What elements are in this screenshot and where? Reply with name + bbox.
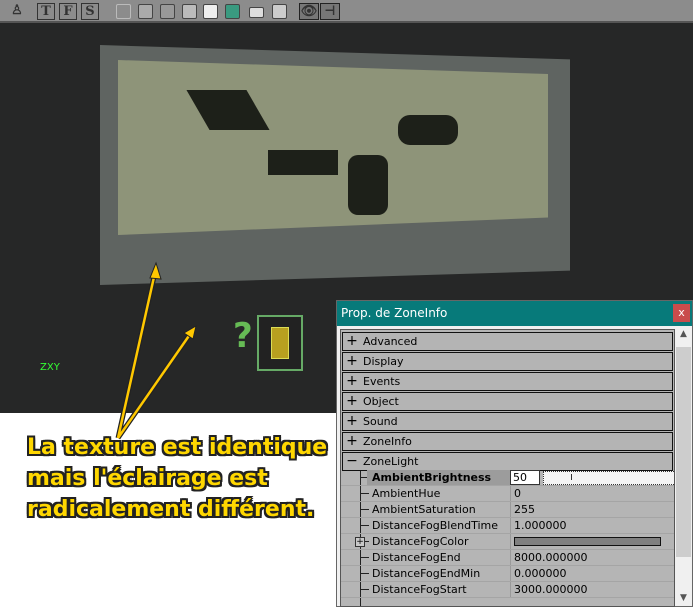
category-zonelight[interactable]: − ZoneLight (342, 452, 673, 471)
property-row[interactable]: AmbientBrightness 50 (341, 470, 674, 486)
property-row[interactable]: AmbientSaturation 255 (341, 502, 674, 518)
property-name: AmbientHue (372, 487, 441, 500)
property-value[interactable]: 255 (510, 502, 674, 517)
property-name: AmbientBrightness (367, 470, 512, 485)
property-grid: + Advanced + Display + Events + Object + Sound + Zo… (340, 329, 675, 607)
category-events[interactable]: + Events (342, 372, 673, 391)
category-label: Events (363, 375, 401, 388)
property-name: DistanceFogBlendTime (372, 519, 498, 532)
category-label: Advanced (363, 335, 418, 348)
property-row[interactable]: DistanceFogEndMin 0.000000 (341, 566, 674, 582)
fog-color-swatch[interactable] (510, 534, 674, 549)
property-value[interactable]: 8000.000000 (510, 550, 674, 565)
property-name: DistanceFogColor (372, 535, 469, 548)
caption-line: La texture est identique (27, 435, 328, 460)
property-name: AmbientSaturation (372, 503, 476, 516)
category-object[interactable]: + Object (342, 392, 673, 411)
category-label: Sound (363, 415, 398, 428)
property-row[interactable]: AmbientHue 0 (341, 486, 674, 502)
window-title: Prop. de ZoneInfo (341, 306, 448, 320)
scrollbar[interactable]: ▲ ▼ (675, 329, 692, 605)
property-value[interactable]: 0 (510, 486, 674, 501)
expand-icon[interactable]: + (346, 333, 358, 350)
properties-window: Prop. de ZoneInfo x + Advanced + Display + Eve… (336, 300, 693, 607)
category-label: ZoneLight (363, 455, 419, 468)
property-row[interactable]: DistanceFogBlendTime 1.000000 (341, 518, 674, 534)
category-advanced[interactable]: + Advanced (342, 332, 673, 351)
collapse-icon[interactable]: − (346, 453, 358, 470)
scroll-up-icon[interactable]: ▲ (675, 329, 692, 339)
property-value[interactable]: 0.000000 (510, 566, 674, 581)
caption-line: radicalement différent. (27, 497, 315, 522)
brightness-slider[interactable] (543, 471, 674, 485)
category-label: Display (363, 355, 404, 368)
property-value[interactable]: 1.000000 (510, 518, 674, 533)
property-name: DistanceFogEnd (372, 551, 461, 564)
property-value[interactable]: 3000.000000 (510, 582, 674, 597)
caption: La texture est identique mais l'éclairag… (27, 432, 327, 525)
expand-icon[interactable]: + (355, 537, 365, 547)
caption-line: mais l'éclairage est (27, 466, 268, 491)
property-row[interactable]: DistanceFogEnd 8000.000000 (341, 550, 674, 566)
window-titlebar[interactable]: Prop. de ZoneInfo x (337, 301, 692, 326)
category-label: ZoneInfo (363, 435, 412, 448)
brightness-input[interactable]: 50 (510, 470, 540, 485)
category-label: Object (363, 395, 399, 408)
category-display[interactable]: + Display (342, 352, 673, 371)
expand-icon[interactable]: + (346, 373, 358, 390)
category-sound[interactable]: + Sound (342, 412, 673, 431)
expand-icon[interactable]: + (346, 353, 358, 370)
property-name: DistanceFogEndMin (372, 567, 481, 580)
expand-icon[interactable]: + (346, 413, 358, 430)
property-name: DistanceFogStart (372, 583, 467, 596)
expand-icon[interactable]: + (346, 393, 358, 410)
property-row[interactable]: DistanceFogStart 3000.000000 (341, 582, 674, 598)
scroll-thumb[interactable] (676, 347, 691, 557)
scroll-down-icon[interactable]: ▼ (675, 593, 692, 603)
close-button[interactable]: x (673, 304, 690, 322)
category-zoneinfo[interactable]: + ZoneInfo (342, 432, 673, 451)
property-row[interactable]: + DistanceFogColor (341, 534, 674, 550)
expand-icon[interactable]: + (346, 433, 358, 450)
